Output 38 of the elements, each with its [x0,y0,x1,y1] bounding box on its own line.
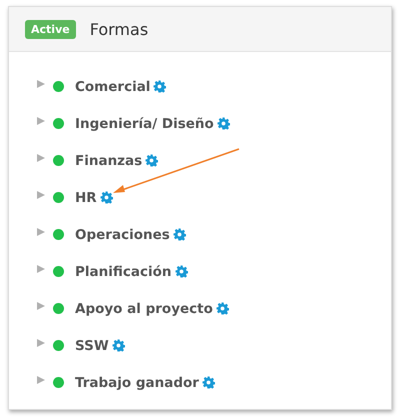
settings-icon[interactable] [216,117,230,130]
tree-item[interactable]: Trabajo ganador [75,374,199,390]
status-badge: Active [25,20,76,38]
tree-item[interactable]: Operaciones [75,226,170,242]
expand-icon[interactable] [36,338,46,348]
settings-icon[interactable] [216,302,229,315]
tree-item[interactable]: HR [75,190,97,206]
tree-item[interactable]: Planificación [75,264,172,280]
status-dot [53,155,64,166]
expand-icon[interactable] [36,190,46,200]
tree-item[interactable]: Comercial [75,78,150,94]
settings-icon[interactable] [153,80,166,93]
tree-item[interactable]: Ingeniería/ Diseño [75,116,214,132]
status-dot [53,303,64,314]
settings-icon[interactable] [100,191,113,204]
tree-item[interactable]: Finanzas [75,152,142,168]
settings-icon[interactable] [172,228,186,241]
status-dot [53,118,64,129]
expand-icon[interactable] [36,79,46,89]
status-dot [53,81,64,92]
tree-item[interactable]: SSW [75,338,109,354]
expand-icon[interactable] [36,375,46,385]
status-dot [53,229,64,240]
tree-item[interactable]: Apoyo al proyecto [75,300,213,316]
status-dot [53,192,64,203]
status-dot [53,377,64,388]
settings-icon[interactable] [174,265,188,278]
expand-icon[interactable] [36,301,46,311]
status-dot [53,340,64,351]
settings-icon[interactable] [112,339,125,352]
settings-icon[interactable] [145,154,158,167]
expand-icon[interactable] [36,116,46,126]
expand-icon[interactable] [36,264,46,274]
status-dot [53,266,64,277]
panel-title: Formas [90,20,148,38]
settings-icon[interactable] [202,376,215,389]
expand-icon[interactable] [36,227,46,237]
expand-icon[interactable] [36,153,46,163]
